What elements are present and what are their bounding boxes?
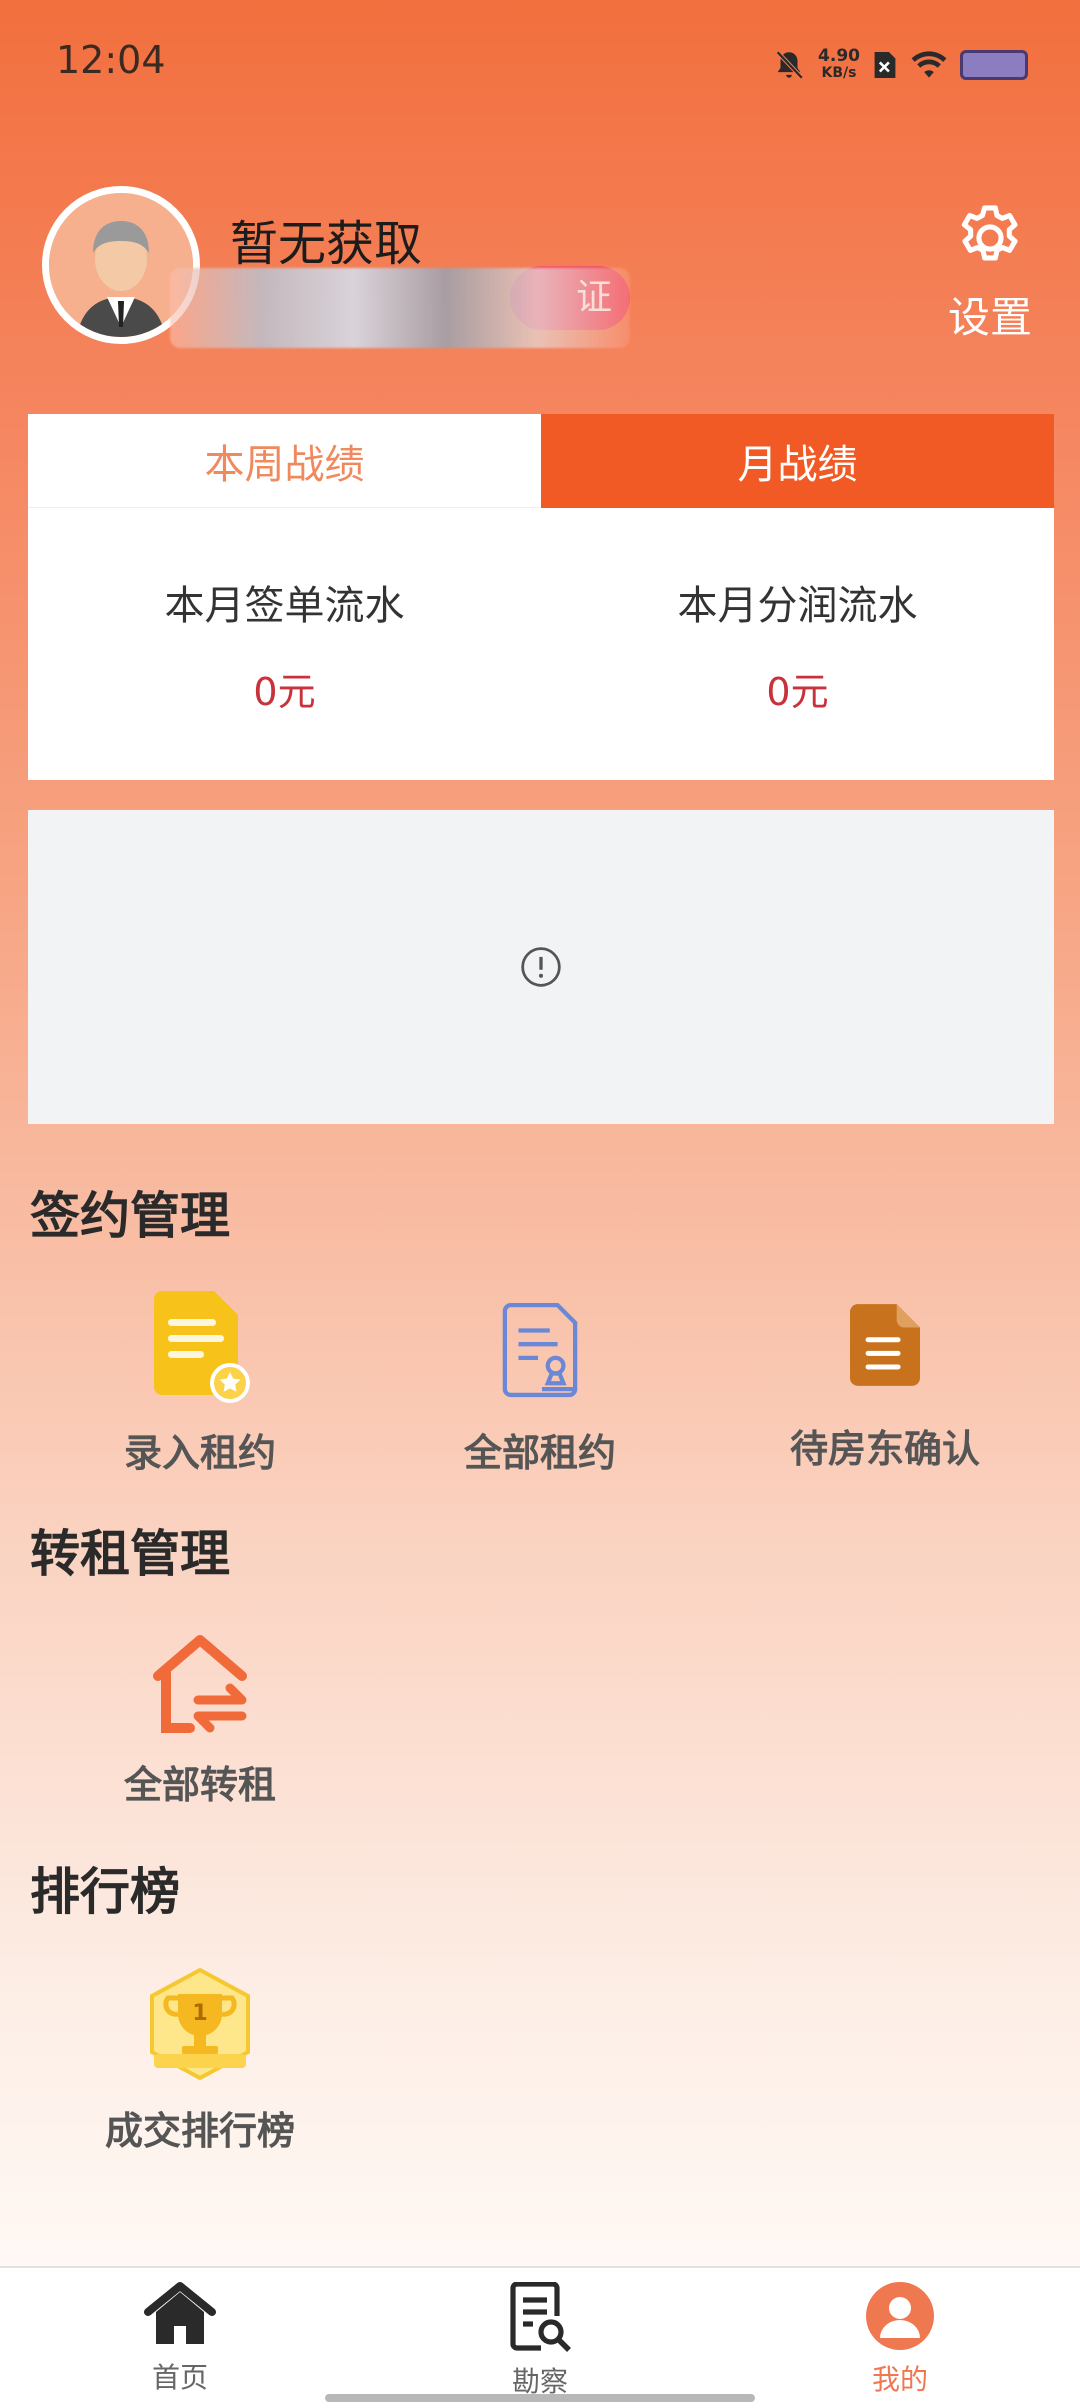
grid-label: 全部转租	[123, 1763, 276, 1807]
stat-label: 本月分润流水	[677, 582, 918, 629]
masked-user-info	[170, 268, 630, 348]
grid-item-all-leases[interactable]: 全部租约	[370, 1300, 710, 1477]
nav-label: 首页	[151, 2361, 208, 2394]
settings-button[interactable]: 设置	[940, 200, 1040, 345]
nav-item-survey[interactable]: 勘察	[360, 2268, 720, 2408]
section-title-signing: 签约管理	[30, 1187, 230, 1245]
house-swap-icon	[153, 1635, 247, 1733]
stats-card: 本月签单流水 0元 本月分润流水 0元	[28, 508, 1054, 780]
survey-icon	[510, 2282, 571, 2352]
banner-placeholder[interactable]	[28, 810, 1054, 1124]
section-title-ranking: 排行榜	[30, 1863, 180, 1921]
alert-circle-icon	[521, 947, 561, 987]
grid-item-all-sublets[interactable]: 全部转租	[30, 1632, 370, 1809]
trophy-icon: 1	[150, 1967, 250, 2081]
grid-item-pending-landlord[interactable]: 待房东确认	[715, 1304, 1055, 1473]
tab-monthly[interactable]: 月战绩	[541, 414, 1054, 508]
grid-item-deal-ranking[interactable]: 1 成交排行榜	[30, 1966, 370, 2155]
battery-icon	[960, 50, 1028, 80]
section-title-sublet: 转租管理	[30, 1525, 230, 1583]
grid-label: 录入租约	[123, 1431, 276, 1475]
net-speed: 4.90 KB/s	[818, 46, 860, 82]
svg-text:1: 1	[192, 2001, 207, 2026]
mute-bell-icon	[776, 50, 804, 80]
nav-item-mine[interactable]: 我的	[720, 2268, 1080, 2408]
contract-stamp-icon	[502, 1302, 578, 1398]
settings-label: 设置	[947, 293, 1032, 342]
status-icons: 4.90 KB/s	[772, 40, 1028, 90]
grid-label: 全部租约	[463, 1431, 616, 1475]
stat-label: 本月签单流水	[164, 582, 405, 629]
profile-icon	[866, 2282, 934, 2350]
grid-label: 成交排行榜	[104, 2109, 295, 2153]
tab-weekly[interactable]: 本周战绩	[28, 414, 541, 508]
grid-label: 待房东确认	[789, 1427, 980, 1471]
stat-value: 0元	[253, 669, 316, 714]
bottom-navigation: 首页 勘察 我的	[0, 2266, 1080, 2408]
gear-icon	[961, 205, 1018, 261]
status-time: 12:04	[56, 38, 166, 82]
no-sim-icon	[874, 52, 896, 78]
user-name: 暂无获取	[230, 216, 423, 272]
document-lines-icon	[850, 1304, 920, 1386]
document-star-icon	[154, 1291, 250, 1403]
stats-tabs: 本周战绩 月战绩	[28, 414, 1054, 508]
stat-profit-flow: 本月分润流水 0元	[541, 508, 1054, 780]
stat-value: 0元	[766, 669, 829, 714]
home-indicator[interactable]	[325, 2394, 755, 2402]
grid-item-enter-lease[interactable]: 录入租约	[30, 1290, 370, 1477]
wifi-icon	[911, 51, 947, 78]
nav-item-home[interactable]: 首页	[0, 2268, 360, 2408]
nav-label: 我的	[871, 2363, 928, 2396]
home-icon	[144, 2282, 216, 2344]
stat-signing-flow: 本月签单流水 0元	[28, 508, 541, 780]
